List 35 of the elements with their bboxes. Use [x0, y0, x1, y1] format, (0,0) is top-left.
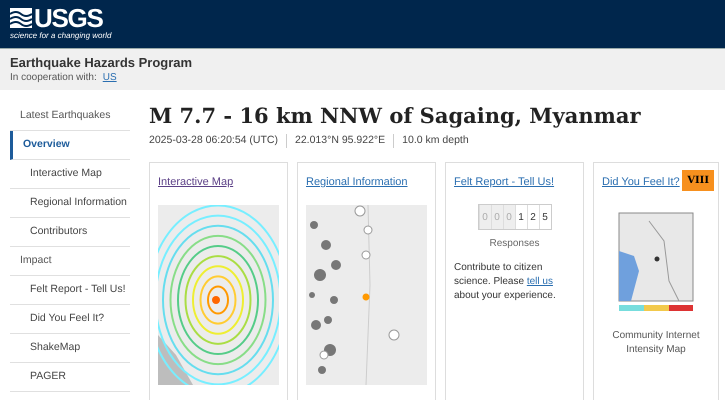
nav-item[interactable]: Impact	[10, 247, 130, 276]
card-title-link[interactable]: Interactive Map	[158, 174, 234, 190]
nav-item[interactable]: Latest Earthquakes	[10, 102, 130, 131]
program-title: Earthquake Hazards Program	[10, 54, 192, 71]
card-title-link[interactable]: Did You Feel It?	[602, 174, 680, 190]
event-meta: 2025-03-28 06:20:54 (UTC)	[149, 133, 278, 148]
card-description: Contribute to citizen science. Please tell us about your experience.	[454, 261, 557, 304]
waves-icon	[10, 8, 32, 28]
cooperation-label: In cooperation with:	[10, 71, 97, 85]
nav-item[interactable]: Did You Feel It?	[10, 305, 130, 334]
counter-digit: 0	[502, 205, 514, 230]
counter-digit: 0	[490, 205, 502, 230]
nav-item[interactable]: Regional Information	[10, 189, 130, 218]
counter-digit: 5	[538, 205, 550, 230]
nav-item[interactable]: PAGER	[10, 363, 130, 392]
nav-item[interactable]: ShakeMap	[10, 334, 130, 363]
tell-us-link[interactable]: tell us	[526, 276, 553, 288]
nav-item[interactable]: Interactive Map	[10, 160, 130, 189]
map-caption: Community Internet Intensity Map	[611, 328, 701, 357]
cooperation-link[interactable]: US	[102, 71, 117, 85]
counter-digit: 0	[478, 205, 490, 230]
nav-item[interactable]: Felt Report - Tell Us!	[10, 276, 130, 305]
nav-item[interactable]: Contributors	[10, 218, 130, 247]
tagline: science for a changing world	[10, 31, 112, 41]
logo-text[interactable]: USGS	[34, 7, 102, 29]
counter-digit: 2	[526, 205, 538, 230]
card-title-link[interactable]: Felt Report - Tell Us!	[454, 174, 554, 190]
counter-digit: 1	[514, 205, 526, 230]
counter-label: Responses	[489, 237, 540, 252]
nav-item[interactable]: Overview	[10, 131, 130, 160]
event-meta: 22.013°N 95.922°E	[295, 133, 386, 148]
event-meta: 10.0 km depth	[402, 133, 469, 148]
event-title: M 7.7 - 16 km NNW of Sagaing, Myanmar	[149, 102, 641, 130]
intensity-badge: VIII	[682, 170, 714, 191]
card-title-link[interactable]: Regional Information	[306, 174, 408, 190]
